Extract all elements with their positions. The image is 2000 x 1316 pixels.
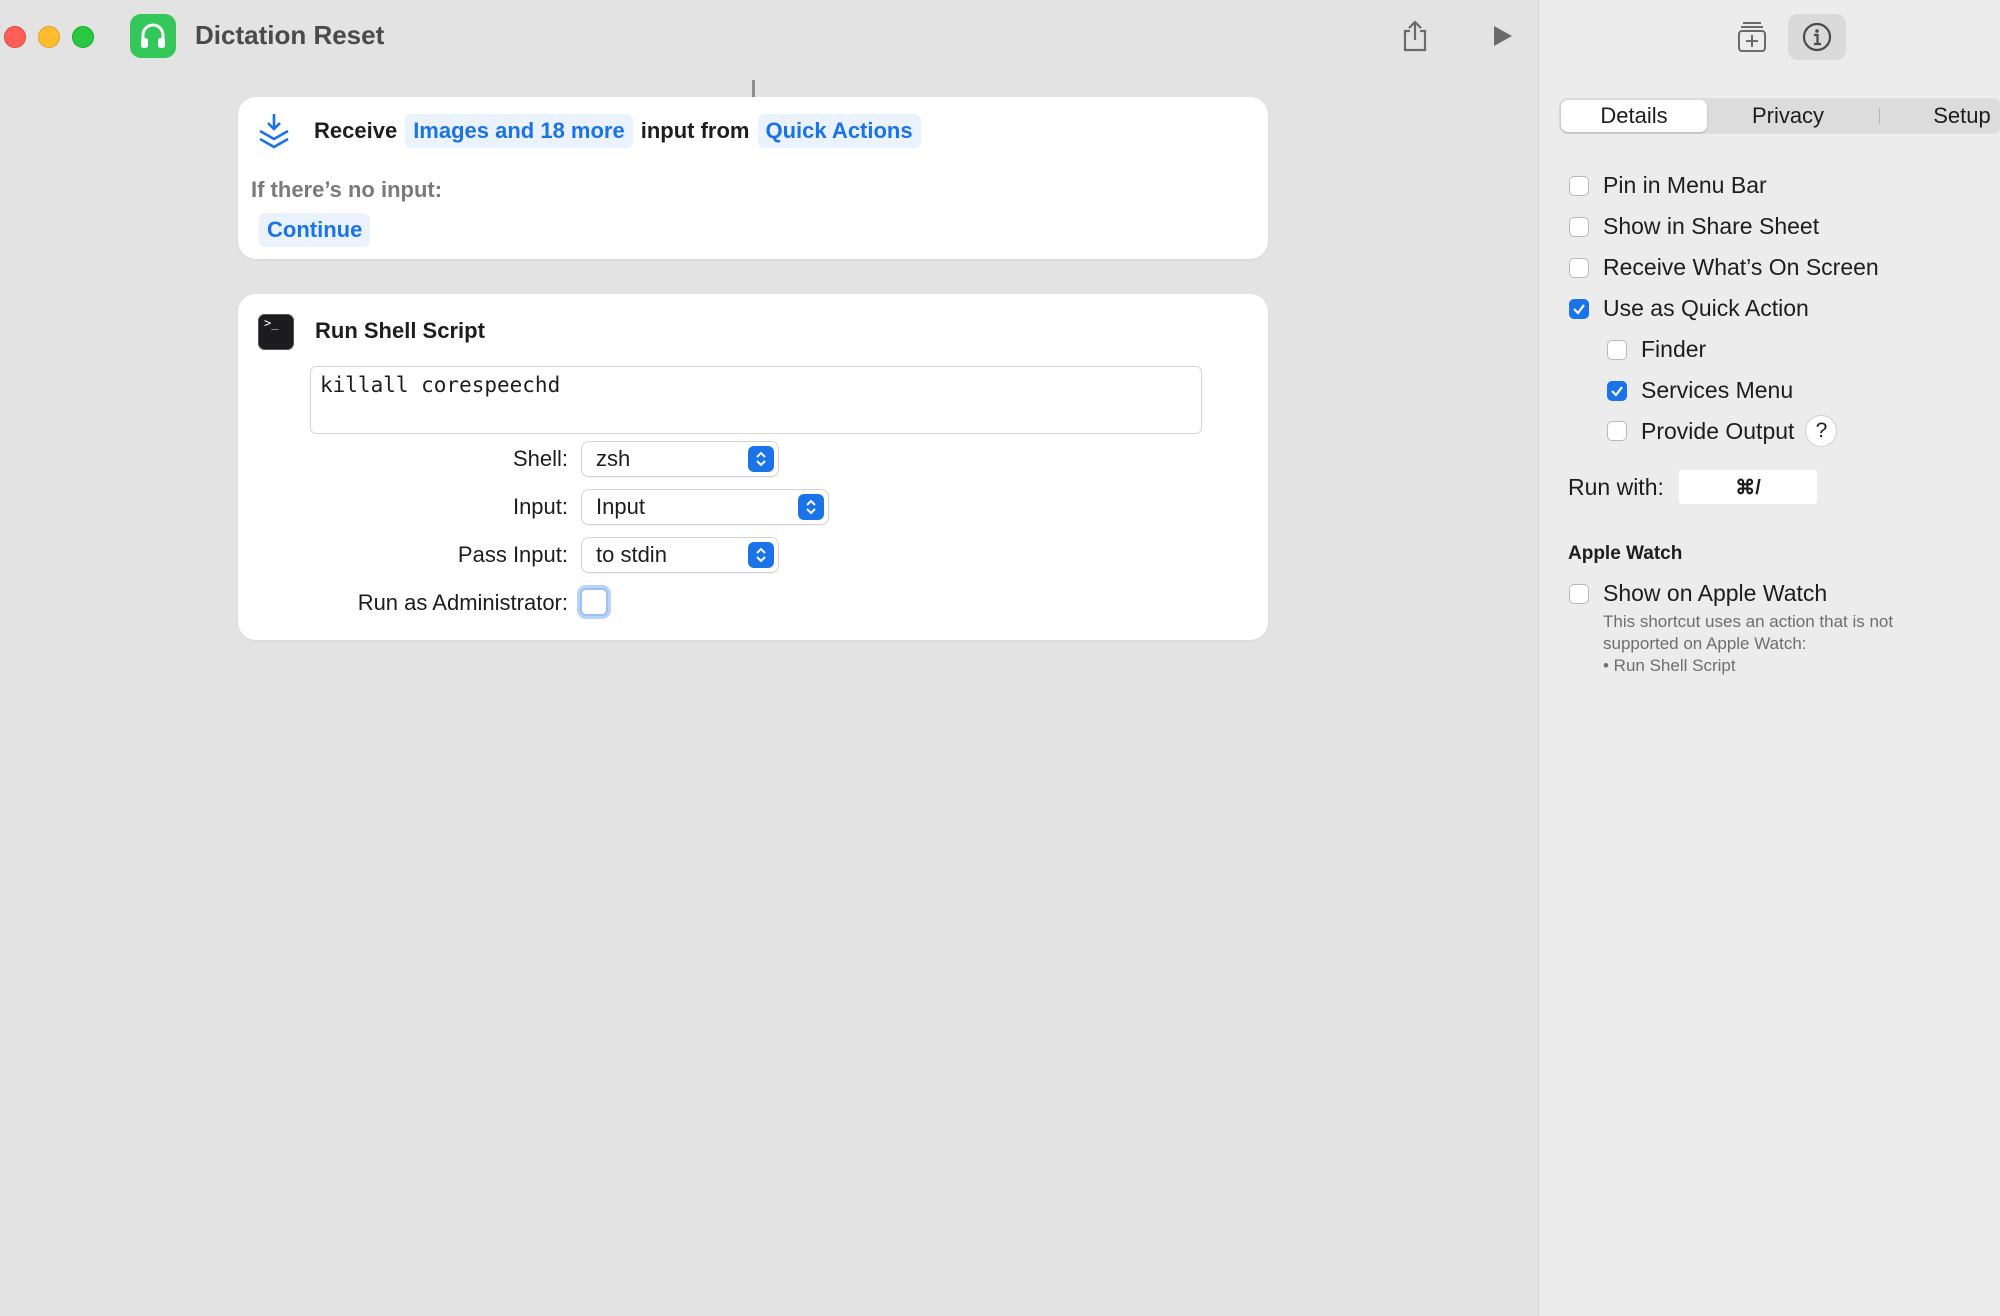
option-label: Show on Apple Watch [1603, 580, 1828, 606]
terminal-icon: >_ [258, 314, 294, 350]
headphones-icon [130, 14, 176, 58]
option-pin-in-menu-bar[interactable]: Pin in Menu Bar [1569, 172, 1767, 199]
tab-privacy[interactable]: Privacy [1715, 100, 1861, 132]
tab-details[interactable]: Details [1561, 100, 1707, 132]
chevron-up-down-icon [748, 542, 774, 568]
input-label: Input: [512, 494, 568, 519]
input-from-label: input from [640, 118, 750, 143]
inspector-panel: Details Privacy Setup Pin in Menu Bar Sh… [1538, 0, 2000, 1316]
input-value: Input [596, 494, 645, 519]
option-label: Show in Share Sheet [1603, 213, 1820, 239]
option-label: Pin in Menu Bar [1603, 172, 1767, 198]
apple-watch-heading: Apple Watch [1568, 543, 1683, 564]
play-icon[interactable] [1480, 14, 1524, 58]
editor-area: Dictation Reset Receive Images and 18 mo… [0, 0, 1538, 1316]
option-receive-on-screen[interactable]: Receive What’s On Screen [1569, 254, 1879, 281]
option-provide-output[interactable]: Provide Output ? [1607, 416, 1837, 446]
checkbox[interactable] [1607, 421, 1627, 441]
tab-setup[interactable]: Setup [1889, 100, 2000, 132]
action-title: Run Shell Script [315, 318, 485, 343]
shell-label: Shell: [512, 446, 568, 471]
option-label: Use as Quick Action [1603, 295, 1809, 321]
input-types-token[interactable]: Images and 18 more [405, 114, 633, 148]
tab-divider [1879, 108, 1880, 124]
checkbox[interactable] [1569, 583, 1589, 604]
keyboard-shortcut-field[interactable]: ⌘/ [1679, 470, 1817, 504]
watch-note-line: supported on Apple Watch: [1603, 634, 1807, 653]
script-editor[interactable]: killall corespeechd [310, 366, 1202, 434]
checkbox[interactable] [1569, 175, 1589, 196]
shell-select[interactable]: zsh [582, 442, 778, 476]
window-title: Dictation Reset [195, 20, 385, 50]
run-with-label: Run with: [1568, 474, 1664, 500]
close-window-button[interactable] [4, 26, 26, 48]
checkbox[interactable] [1607, 339, 1627, 360]
shell-value: zsh [596, 446, 631, 471]
option-label: Receive What’s On Screen [1603, 254, 1879, 280]
checkbox[interactable] [1569, 216, 1589, 237]
option-show-on-apple-watch[interactable]: Show on Apple Watch [1569, 580, 1827, 607]
zoom-window-button[interactable] [72, 26, 94, 48]
option-label: Services Menu [1641, 377, 1794, 403]
option-label: Finder [1641, 336, 1707, 362]
option-label: Provide Output [1641, 417, 1795, 444]
watch-note-line: • Run Shell Script [1603, 656, 1736, 675]
pass-input-value: to stdin [596, 542, 667, 567]
help-button[interactable]: ? [1806, 416, 1837, 446]
no-input-action-token[interactable]: Continue [259, 213, 371, 247]
no-input-label: If there’s no input: [251, 177, 443, 202]
source-token[interactable]: Quick Actions [757, 114, 921, 148]
input-select[interactable]: Input [582, 490, 828, 524]
run-as-admin-checkbox[interactable] [580, 588, 608, 616]
option-show-in-share-sheet[interactable]: Show in Share Sheet [1569, 213, 1819, 240]
minimize-window-button[interactable] [38, 26, 60, 48]
option-services-menu[interactable]: Services Menu [1607, 377, 1793, 404]
share-icon[interactable] [1393, 14, 1437, 58]
chevron-up-down-icon [798, 494, 824, 520]
inspector-tabs: Details Privacy Setup [1559, 98, 2000, 134]
receive-label: Receive [314, 118, 398, 143]
watch-note-line: This shortcut uses an action that is not [1603, 612, 1894, 631]
checkmark-icon[interactable] [1607, 380, 1627, 401]
pass-input-label: Pass Input: [457, 542, 568, 567]
receive-tray-icon [256, 111, 292, 151]
action-connector [752, 80, 755, 98]
option-finder[interactable]: Finder [1607, 336, 1706, 363]
receive-input-action: Receive Images and 18 more input from Qu… [238, 97, 1268, 259]
checkbox[interactable] [1569, 257, 1589, 278]
info-icon[interactable] [1788, 14, 1846, 60]
add-to-library-icon[interactable] [1723, 14, 1781, 60]
pass-input-select[interactable]: to stdin [582, 538, 778, 572]
admin-label: Run as Administrator: [357, 590, 568, 615]
chevron-up-down-icon [748, 446, 774, 472]
run-shell-script-action: >_ Run Shell Script killall corespeechd … [238, 294, 1268, 640]
checkmark-icon[interactable] [1569, 298, 1589, 319]
option-use-as-quick-action[interactable]: Use as Quick Action [1569, 295, 1809, 322]
